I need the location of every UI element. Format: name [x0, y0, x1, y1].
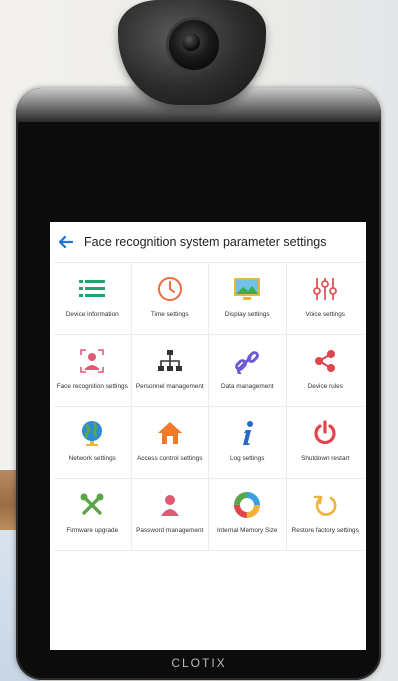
menu-item-device-information[interactable]: Device information [54, 263, 132, 335]
list-icon [78, 275, 106, 303]
menu-item-access-control-settings[interactable]: Access control settings [131, 407, 209, 479]
menu-item-label: Display settings [224, 311, 270, 318]
menu-item-label: Voice settings [305, 311, 345, 318]
back-arrow-icon[interactable] [52, 236, 80, 248]
globe-icon [78, 419, 106, 447]
menu-item-label: Device information [65, 311, 119, 318]
menu-item-label: Access control settings [137, 455, 203, 462]
menu-item-label: Shutdown restart [301, 455, 350, 462]
menu-item-log-settings[interactable]: Log settings [209, 407, 287, 479]
settings-grid: Device information Time settings Display… [54, 262, 364, 551]
menu-item-password-management[interactable]: Password management [131, 479, 209, 551]
menu-item-shutdown-restart[interactable]: Shutdown restart [286, 407, 364, 479]
sliders-icon [311, 275, 339, 303]
menu-item-label: Data management [220, 383, 274, 390]
menu-item-label: Face recognition settings [56, 383, 128, 390]
menu-item-internal-memory-size[interactable]: Internal Memory Size [209, 479, 287, 551]
display-icon [233, 275, 261, 303]
menu-item-label: Firmware upgrade [66, 527, 119, 534]
face-user-icon [78, 347, 106, 375]
menu-item-voice-settings[interactable]: Voice settings [286, 263, 364, 335]
menu-item-data-management[interactable]: Data management [209, 335, 287, 407]
menu-item-label: Log settings [230, 455, 265, 462]
restore-icon [311, 491, 339, 519]
menu-item-label: Time settings [150, 311, 189, 318]
camera-module [118, 0, 266, 105]
pie-ring-icon [233, 491, 261, 519]
menu-item-label: Personnel management [135, 383, 204, 390]
menu-item-device-rules[interactable]: Device rules [286, 335, 364, 407]
header: Face recognition system parameter settin… [50, 222, 366, 262]
menu-item-restore-factory-settings[interactable]: Restore factory settings [286, 479, 364, 551]
org-chart-icon [156, 347, 184, 375]
power-icon [311, 419, 339, 447]
menu-item-label: Password management [136, 527, 204, 534]
camera-lens [166, 17, 222, 73]
menu-item-display-settings[interactable]: Display settings [209, 263, 287, 335]
menu-item-label: Restore factory settings [291, 527, 359, 534]
device-brand-logo: CLOTIX [171, 656, 227, 670]
info-icon [233, 419, 261, 447]
page-title: Face recognition system parameter settin… [84, 235, 327, 249]
menu-item-firmware-upgrade[interactable]: Firmware upgrade [54, 479, 132, 551]
menu-item-label: Network settings [68, 455, 116, 462]
tools-icon [78, 491, 106, 519]
menu-item-time-settings[interactable]: Time settings [131, 263, 209, 335]
menu-item-personnel-management[interactable]: Personnel management [131, 335, 209, 407]
menu-item-network-settings[interactable]: Network settings [54, 407, 132, 479]
user-lock-icon [156, 491, 184, 519]
menu-item-label: Device rules [307, 383, 343, 390]
share-icon [311, 347, 339, 375]
settings-screen: Face recognition system parameter settin… [50, 222, 366, 650]
menu-item-label: Internal Memory Size [217, 527, 278, 534]
menu-item-face-recognition-settings[interactable]: Face recognition settings [54, 335, 132, 407]
link-icon [233, 347, 261, 375]
home-icon [156, 419, 184, 447]
clock-icon [156, 275, 184, 303]
